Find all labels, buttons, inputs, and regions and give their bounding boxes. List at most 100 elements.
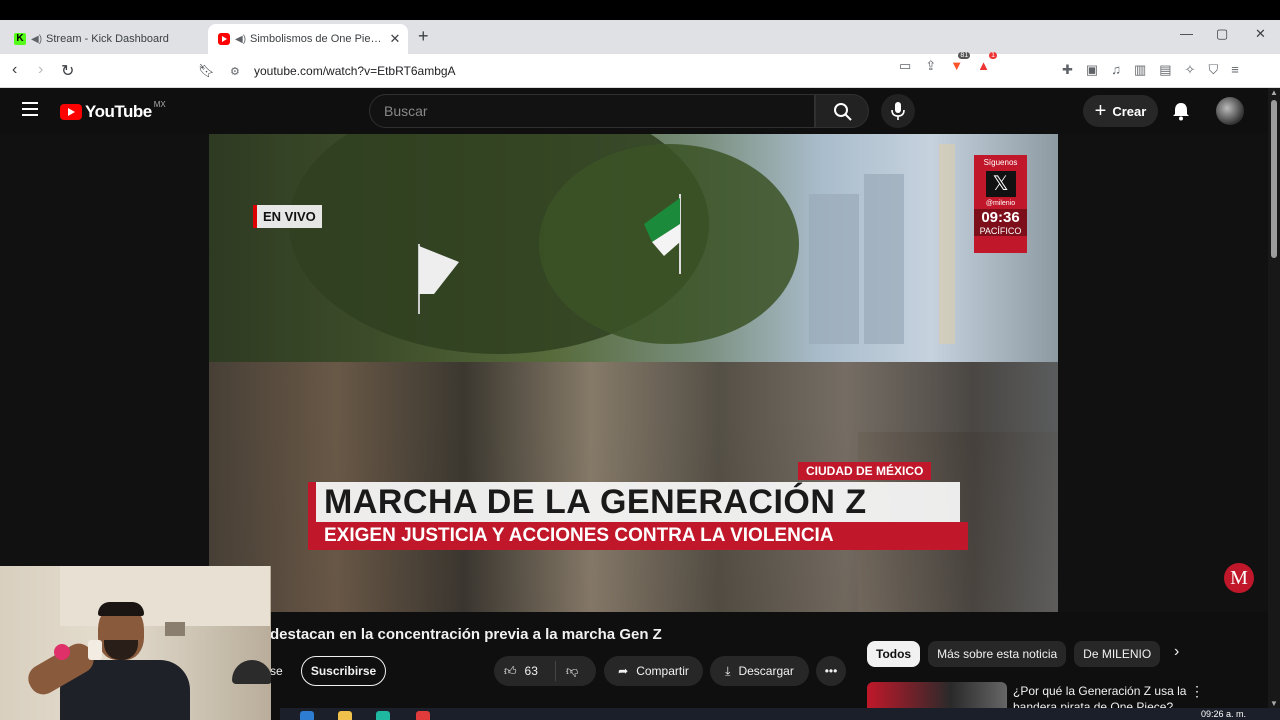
leo-ai-icon[interactable]: ✧ bbox=[1185, 62, 1196, 78]
sidebar-icon[interactable]: ▥ bbox=[1134, 62, 1146, 78]
milenio-logo: M bbox=[1224, 563, 1254, 593]
new-tab-button[interactable]: + bbox=[418, 26, 429, 47]
maximize-button[interactable]: ▢ bbox=[1216, 26, 1228, 42]
media-icon[interactable]: ♫ bbox=[1111, 62, 1121, 78]
mexican-flag-image bbox=[644, 194, 681, 274]
account-avatar[interactable] bbox=[1216, 97, 1244, 125]
white-flag-image bbox=[418, 244, 459, 314]
close-window-button[interactable]: ✕ bbox=[1255, 26, 1266, 42]
file-explorer-icon[interactable] bbox=[338, 711, 352, 720]
chip-from-milenio[interactable]: De MILENIO bbox=[1074, 641, 1161, 667]
like-count: 63 bbox=[524, 664, 538, 678]
like-button[interactable]: 👍︎ 63 bbox=[494, 661, 556, 681]
follow-overlay: Síguenos 𝕏 @milenio 09:36 PACÍFICO bbox=[974, 155, 1027, 253]
windows-start-icon[interactable] bbox=[300, 711, 314, 720]
webcam-overlay bbox=[0, 566, 271, 720]
app-icon[interactable] bbox=[376, 711, 390, 720]
youtube-header: YouTube MX Buscar + Crear bbox=[0, 88, 1268, 134]
live-badge: EN VIVO bbox=[253, 205, 322, 228]
kick-icon: K bbox=[14, 33, 26, 45]
download-icon: ⤓ bbox=[725, 663, 731, 678]
vpn-icon[interactable]: ⛉ bbox=[1208, 62, 1218, 78]
taskbar-clock: 09:26 a. m. bbox=[1200, 709, 1246, 719]
scroll-up-arrow[interactable]: ▲ bbox=[1270, 88, 1278, 97]
thumbs-down-icon: 👎︎ bbox=[566, 663, 579, 678]
subscribe-button[interactable]: Suscribirse bbox=[301, 656, 386, 686]
share-button[interactable]: ➦ Compartir bbox=[604, 656, 703, 686]
dislike-button[interactable]: 👎︎ bbox=[556, 664, 578, 679]
extensions-icon[interactable]: ✚ bbox=[1062, 62, 1073, 78]
tab-title: Stream - Kick Dashboard bbox=[46, 33, 169, 45]
location-tag: CIUDAD DE MÉXICO bbox=[798, 462, 932, 480]
video-scene-building bbox=[809, 194, 859, 344]
create-button[interactable]: + Crear bbox=[1083, 95, 1158, 127]
subheadline-text: EXIGEN JUSTICIA Y ACCIONES CONTRA LA VIO… bbox=[316, 522, 968, 550]
brave-shield-icon[interactable]: ▼ 81 bbox=[950, 52, 971, 74]
chip-all[interactable]: Todos bbox=[867, 641, 921, 667]
tab-kick-dashboard[interactable]: K ◀) Stream - Kick Dashboard bbox=[8, 24, 206, 54]
youtube-logo[interactable]: YouTube MX bbox=[60, 100, 166, 122]
youtube-icon bbox=[218, 33, 230, 45]
search-button[interactable] bbox=[815, 94, 869, 128]
brave-rewards-icon[interactable]: ▲ 1 bbox=[977, 52, 997, 74]
scrollbar-thumb[interactable] bbox=[1271, 100, 1277, 258]
extensions-row: ✚ ▣ ♫ ▥ ▤ ✧ ⛉ ≡ bbox=[1062, 62, 1239, 78]
search-icon bbox=[834, 103, 852, 121]
minimize-button[interactable]: — bbox=[1180, 26, 1193, 41]
forward-button[interactable]: › bbox=[38, 61, 43, 79]
tab-youtube-video[interactable]: ◀) Simbolismos de One Piece de ✕ bbox=[208, 24, 408, 54]
plus-icon: + bbox=[1094, 99, 1107, 122]
kebab-menu-icon[interactable]: ⋮ bbox=[1190, 683, 1204, 700]
scroll-down-arrow[interactable]: ▼ bbox=[1270, 699, 1278, 708]
page-scrollbar[interactable]: ▲ ▼ bbox=[1268, 88, 1280, 708]
video-scene-building bbox=[864, 174, 904, 344]
screen-top-strip bbox=[0, 0, 1280, 20]
webcam-person bbox=[23, 602, 190, 720]
bookmark-icon[interactable]: 🔖︎ bbox=[198, 63, 215, 79]
browser-tabstrip: K ◀) Stream - Kick Dashboard ◀) Simbolis… bbox=[0, 20, 1280, 54]
video-scene-monument bbox=[939, 144, 955, 344]
thumbs-up-icon: 👍︎ bbox=[504, 663, 517, 678]
browser-taskbar-icon[interactable] bbox=[416, 711, 430, 720]
search-input[interactable]: Buscar bbox=[369, 94, 815, 128]
tab-close-icon[interactable]: ✕ bbox=[386, 31, 404, 47]
guide-menu-icon[interactable] bbox=[22, 102, 38, 116]
news-lower-third: MARCHA DE LA GENERACIÓN Z EXIGEN JUSTICI… bbox=[308, 482, 968, 550]
address-bar[interactable]: ⚙ youtube.com/watch?v=EtbRT6ambgA bbox=[222, 58, 992, 84]
voice-search-button[interactable] bbox=[881, 94, 915, 128]
back-button[interactable]: ‹ bbox=[12, 61, 17, 79]
youtube-play-icon bbox=[60, 104, 82, 120]
chip-more-news[interactable]: Más sobre esta noticia bbox=[928, 641, 1067, 667]
omnibox-actions: ▭ ⇪ ▼ 81 ▲ 1 bbox=[899, 52, 997, 74]
menu-icon[interactable]: ≡ bbox=[1231, 62, 1239, 78]
microphone-icon bbox=[891, 102, 905, 120]
screenshot-icon[interactable]: ▣ bbox=[1086, 62, 1098, 78]
channel-join-button-partial[interactable]: se bbox=[270, 664, 283, 678]
video-title: destacan en la concentración previa a la… bbox=[270, 626, 662, 643]
os-taskbar: 09:26 a. m. bbox=[280, 708, 1280, 720]
share-arrow-icon: ➦ bbox=[618, 664, 629, 678]
like-dislike-group: 👍︎ 63 👎︎ bbox=[494, 656, 596, 686]
browser-toolbar: ‹ › ↻ 🔖︎ ⚙ youtube.com/watch?v=EtbRT6amb… bbox=[0, 52, 1280, 88]
site-info-icon[interactable]: ⚙ bbox=[230, 65, 244, 78]
notifications-bell-icon[interactable] bbox=[1170, 100, 1192, 122]
url-text: youtube.com/watch?v=EtbRT6ambgA bbox=[254, 64, 456, 78]
speaker-icon: ◀) bbox=[235, 33, 247, 45]
cast-icon[interactable]: ▭ bbox=[899, 58, 911, 74]
headline-text: MARCHA DE LA GENERACIÓN Z bbox=[324, 483, 867, 521]
download-button[interactable]: ⤓ Descargar bbox=[710, 656, 809, 686]
reload-button[interactable]: ↻ bbox=[61, 61, 74, 81]
overlay-clock: 09:36 bbox=[974, 209, 1027, 226]
recommended-video-thumbnail[interactable] bbox=[867, 682, 1007, 708]
wallet-icon[interactable]: ▤ bbox=[1159, 62, 1171, 78]
x-logo-icon: 𝕏 bbox=[985, 171, 1016, 197]
chevron-right-icon[interactable]: › bbox=[1174, 643, 1179, 661]
webcam-cap bbox=[232, 660, 271, 684]
speaker-icon: ◀) bbox=[31, 33, 43, 45]
more-horizontal-icon: ••• bbox=[824, 664, 838, 678]
tab-title: Simbolismos de One Piece de bbox=[250, 33, 386, 45]
share-icon[interactable]: ⇪ bbox=[925, 58, 936, 74]
recommendation-chips: Todos Más sobre esta noticia De MILENIO bbox=[867, 641, 1161, 667]
search-placeholder: Buscar bbox=[384, 103, 428, 119]
more-actions-button[interactable]: ••• bbox=[816, 656, 846, 686]
